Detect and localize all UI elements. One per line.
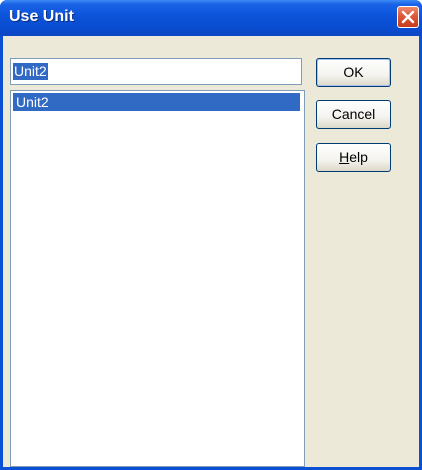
unit-listbox[interactable]: Unit2 — [10, 90, 305, 467]
dialog-body: Unit2 Unit2 OK Cancel Help — [3, 36, 419, 467]
unit-name-input-value: Unit2 — [13, 63, 48, 80]
help-button-label: elp — [349, 149, 368, 165]
window-title: Use Unit — [9, 8, 74, 25]
title-bar[interactable]: Use Unit — [0, 0, 422, 36]
close-button[interactable] — [397, 6, 419, 28]
list-item-unit2[interactable]: Unit2 — [13, 93, 300, 111]
help-button-mnemonic: H — [339, 149, 350, 165]
use-unit-dialog: Use Unit Unit2 Unit2 OK Cancel Help — [0, 0, 422, 470]
help-button[interactable]: Help — [316, 143, 391, 172]
close-icon — [401, 10, 415, 24]
cancel-button[interactable]: Cancel — [316, 100, 391, 129]
unit-name-input[interactable]: Unit2 — [10, 58, 302, 85]
ok-button[interactable]: OK — [316, 58, 391, 87]
